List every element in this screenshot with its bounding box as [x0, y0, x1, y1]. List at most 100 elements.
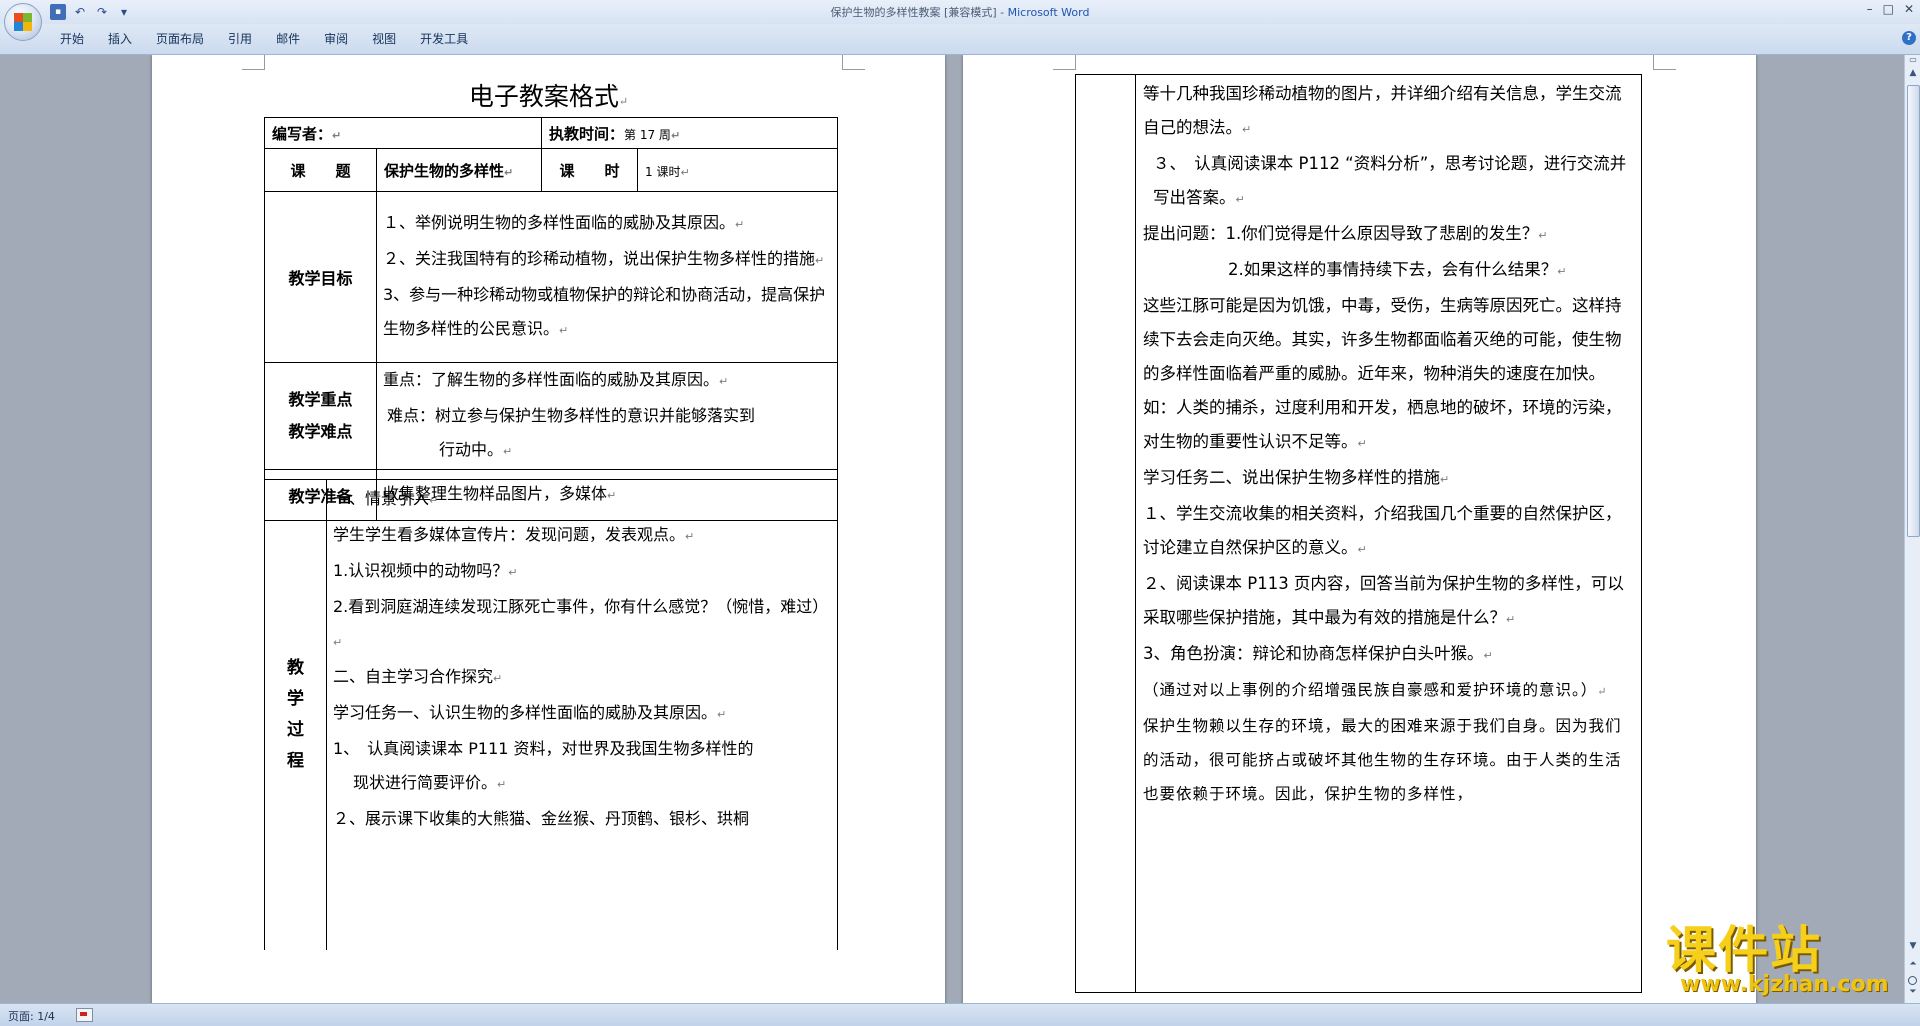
process-label-cell[interactable]: 教 学 过 程	[264, 479, 327, 950]
minimize-button[interactable]: –	[1867, 2, 1873, 16]
tab-mailings[interactable]: 邮件	[264, 31, 312, 47]
watermark-text: 课件站	[1666, 921, 1822, 979]
process-line: 现状进行简要评价。↵	[353, 773, 507, 792]
process-line: １、学生交流收集的相关资料，介绍我国几个重要的自然保护区，讨论建立自然保护区的意…	[1143, 504, 1622, 557]
proofing-icon[interactable]	[76, 1008, 93, 1022]
ribbon: 开始 插入 页面布局 引用 邮件 审阅 视图 开发工具 ?	[0, 24, 1920, 55]
window-controls: – □ ✕	[1867, 2, 1914, 16]
crop-mark	[1053, 55, 1076, 70]
table-row: 编写者：↵ 执教时间：第 17 周↵	[263, 117, 839, 149]
scroll-up-icon[interactable]: ▲	[1905, 65, 1920, 81]
goals-label-cell[interactable]: 教学目标	[264, 191, 377, 363]
crop-mark	[842, 55, 865, 70]
key-points-cell[interactable]: 重点：了解生物的多样性面临的威胁及其原因。↵ 难点：树立参与保护生物多样性的意识…	[375, 362, 839, 470]
process-line: 这些江豚可能是因为饥饿，中毒，受伤，生病等原因死亡。这样持续下去会走向灭绝。其实…	[1143, 296, 1622, 451]
page-2[interactable]: 等十几种我国珍稀动植物的图片，并详细介绍有关信息，学生交流自己的想法。↵ ３、 …	[963, 55, 1756, 1003]
topic-value-cell[interactable]: 保护生物的多样性↵	[375, 148, 543, 192]
table-row: 教 学 过 程 一、情景引入↵ 学生学生看多媒体宣传片：发现问题，发表观点。↵ …	[264, 479, 838, 950]
process-line: 学习任务一、认识生物的多样性面临的威胁及其原因。↵	[333, 703, 727, 722]
watermark-logo: 课件站 www.kjzhan.com	[1666, 922, 1902, 1000]
process-label-char: 教	[287, 657, 304, 678]
process-line: ３、 认真阅读课本 P112 “资料分析”，思考讨论题，进行交流并写出答案。↵	[1153, 154, 1627, 207]
next-page-icon[interactable]: ⏷	[1905, 987, 1920, 1001]
app-name: Microsoft Word	[1007, 6, 1090, 19]
tab-developer[interactable]: 开发工具	[408, 31, 480, 47]
previous-page-icon[interactable]: ⏶	[1905, 959, 1920, 973]
tab-view[interactable]: 视图	[360, 31, 408, 47]
title-bar: ▪ ↶ ↷ ▾ 保护生物的多样性教案 [兼容模式] - Microsoft Wo…	[0, 0, 1920, 25]
scroll-thumb[interactable]	[1907, 85, 1920, 537]
paragraph-mark: ↵	[332, 128, 342, 142]
page-1[interactable]: 电子教案格式↵ 编写者：↵ 执教时间：第 17 周↵ 课 题 保护生物的多样性↵	[152, 55, 945, 1003]
key-points-label: 教学重点	[288, 390, 353, 409]
difficulty-text-cont: 行动中。↵	[439, 440, 513, 459]
ribbon-tabs: 开始 插入 页面布局 引用 邮件 审阅 视图 开发工具	[48, 31, 480, 47]
process-line: 提出问题：1.你们觉得是什么原因导致了悲剧的发生？↵	[1143, 224, 1548, 243]
process-label-char: 过	[287, 719, 304, 740]
lesson-plan-table: 编写者：↵ 执教时间：第 17 周↵ 课 题 保护生物的多样性↵ 课 时 1 课…	[263, 117, 839, 521]
time-value: 第 17 周	[624, 127, 671, 142]
goals-label: 教学目标	[288, 269, 353, 288]
table-row: 课 题 保护生物的多样性↵ 课 时 1 课时↵	[264, 148, 839, 192]
process-line: 1.认识视频中的动物吗？↵	[333, 561, 518, 580]
process-line: 1、 认真阅读课本 P111 资料，对世界及我国生物多样性的	[333, 739, 754, 758]
process-line: 二、自主学习合作探究↵	[333, 667, 503, 686]
process-line: 学习任务二、说出保护生物多样性的措施↵	[1143, 468, 1450, 487]
teaching-time-cell[interactable]: 执教时间：第 17 周↵	[541, 117, 839, 149]
process-line: 等十几种我国珍稀动植物的图片，并详细介绍有关信息，学生交流自己的想法。↵	[1143, 84, 1622, 137]
period-value-cell[interactable]: 1 课时↵	[637, 148, 839, 192]
period-value: 1 课时	[645, 164, 681, 179]
author-label: 编写者：	[272, 124, 333, 143]
key-points-label-cell[interactable]: 教学重点 教学难点	[264, 362, 377, 470]
process-content-cell-continued[interactable]: 等十几种我国珍稀动植物的图片，并详细介绍有关信息，学生交流自己的想法。↵ ３、 …	[1135, 74, 1642, 993]
process-line: ２、展示课下收集的大熊猫、金丝猴、丹顶鹤、银杉、珙桐	[333, 809, 750, 828]
watermark-url: www.kjzhan.com	[1680, 972, 1889, 997]
office-button[interactable]	[4, 3, 42, 41]
tab-review[interactable]: 审阅	[312, 31, 360, 47]
process-line: 一、情景引入↵	[333, 489, 439, 508]
scroll-down-icon[interactable]: ▼	[1905, 941, 1920, 955]
tab-insert[interactable]: 插入	[96, 31, 144, 47]
document-title: 电子教案格式↵	[152, 77, 945, 113]
tab-home[interactable]: 开始	[48, 31, 96, 47]
tab-references[interactable]: 引用	[216, 31, 264, 47]
table-row: 教学重点 教学难点 重点：了解生物的多样性面临的威胁及其原因。↵ 难点：树立参与…	[264, 362, 839, 470]
table-row: 等十几种我国珍稀动植物的图片，并详细介绍有关信息，学生交流自己的想法。↵ ３、 …	[1075, 74, 1642, 993]
process-table: 教 学 过 程 一、情景引入↵ 学生学生看多媒体宣传片：发现问题，发表观点。↵ …	[264, 479, 838, 950]
select-browse-object-icon[interactable]	[1908, 976, 1917, 985]
ruler-toggle-icon[interactable]: ▭	[1905, 55, 1920, 65]
period-label-cell[interactable]: 课 时	[541, 148, 639, 192]
topic-label: 课 题	[290, 161, 351, 180]
help-icon[interactable]: ?	[1902, 31, 1916, 45]
crop-mark	[242, 55, 265, 70]
process-line: 2.如果这样的事情持续下去，会有什么结果？↵	[1228, 260, 1567, 279]
goal-item: ２、关注我国特有的珍稀动植物，说出保护生物多样性的措施↵	[383, 249, 825, 268]
process-line: （通过对以上事例的介绍增强民族自豪感和爱护环境的意识。）↵	[1143, 681, 1608, 699]
paragraph-mark: ↵	[504, 165, 514, 179]
vertical-scrollbar[interactable]: ▭ ▲ ▼ ⏶ ⏷	[1904, 55, 1920, 1003]
goal-item: 3、参与一种珍稀动物或植物保护的辩论和协商活动，提高保护生物多样性的公民意识。↵	[383, 285, 826, 338]
office-logo-icon	[14, 13, 32, 31]
topic-label-cell[interactable]: 课 题	[264, 148, 377, 192]
close-button[interactable]: ✕	[1904, 2, 1914, 16]
maximize-button[interactable]: □	[1883, 2, 1894, 16]
paragraph-mark: ↵	[618, 95, 629, 108]
process-content-cell[interactable]: 一、情景引入↵ 学生学生看多媒体宣传片：发现问题，发表观点。↵ 1.认识视频中的…	[326, 479, 838, 950]
difficulty-text: 难点：树立参与保护生物多样性的意识并能够落实到	[387, 406, 756, 425]
process-line: 3、角色扮演：辩论和协商怎样保护白头叶猴。↵	[1143, 644, 1493, 663]
document-area: 电子教案格式↵ 编写者：↵ 执教时间：第 17 周↵ 课 题 保护生物的多样性↵	[0, 55, 1904, 1003]
status-bar: 页面: 1/4	[0, 1003, 1920, 1026]
process-line: ２、阅读课本 P113 页内容，回答当前为保护生物的多样性，可以采取哪些保护措施…	[1143, 574, 1624, 627]
tab-page-layout[interactable]: 页面布局	[144, 31, 216, 47]
period-label: 课 时	[559, 161, 620, 180]
process-table-continued: 等十几种我国珍稀动植物的图片，并详细介绍有关信息，学生交流自己的想法。↵ ３、 …	[1075, 74, 1642, 993]
crop-mark	[1653, 55, 1676, 70]
difficulty-label: 教学难点	[288, 422, 353, 441]
goal-item: １、举例说明生物的多样性面临的威胁及其原因。↵	[383, 213, 745, 232]
process-label-char: 程	[287, 750, 304, 771]
process-line: 2.看到洞庭湖连续发现江豚死亡事件，你有什么感觉？（惋惜，难过）↵	[333, 597, 829, 649]
process-label-cell-continued[interactable]	[1075, 74, 1136, 993]
page-count[interactable]: 页面: 1/4	[8, 1008, 55, 1024]
goals-cell[interactable]: １、举例说明生物的多样性面临的威胁及其原因。↵ ２、关注我国特有的珍稀动植物，说…	[375, 191, 839, 363]
author-cell[interactable]: 编写者：↵	[263, 117, 543, 149]
